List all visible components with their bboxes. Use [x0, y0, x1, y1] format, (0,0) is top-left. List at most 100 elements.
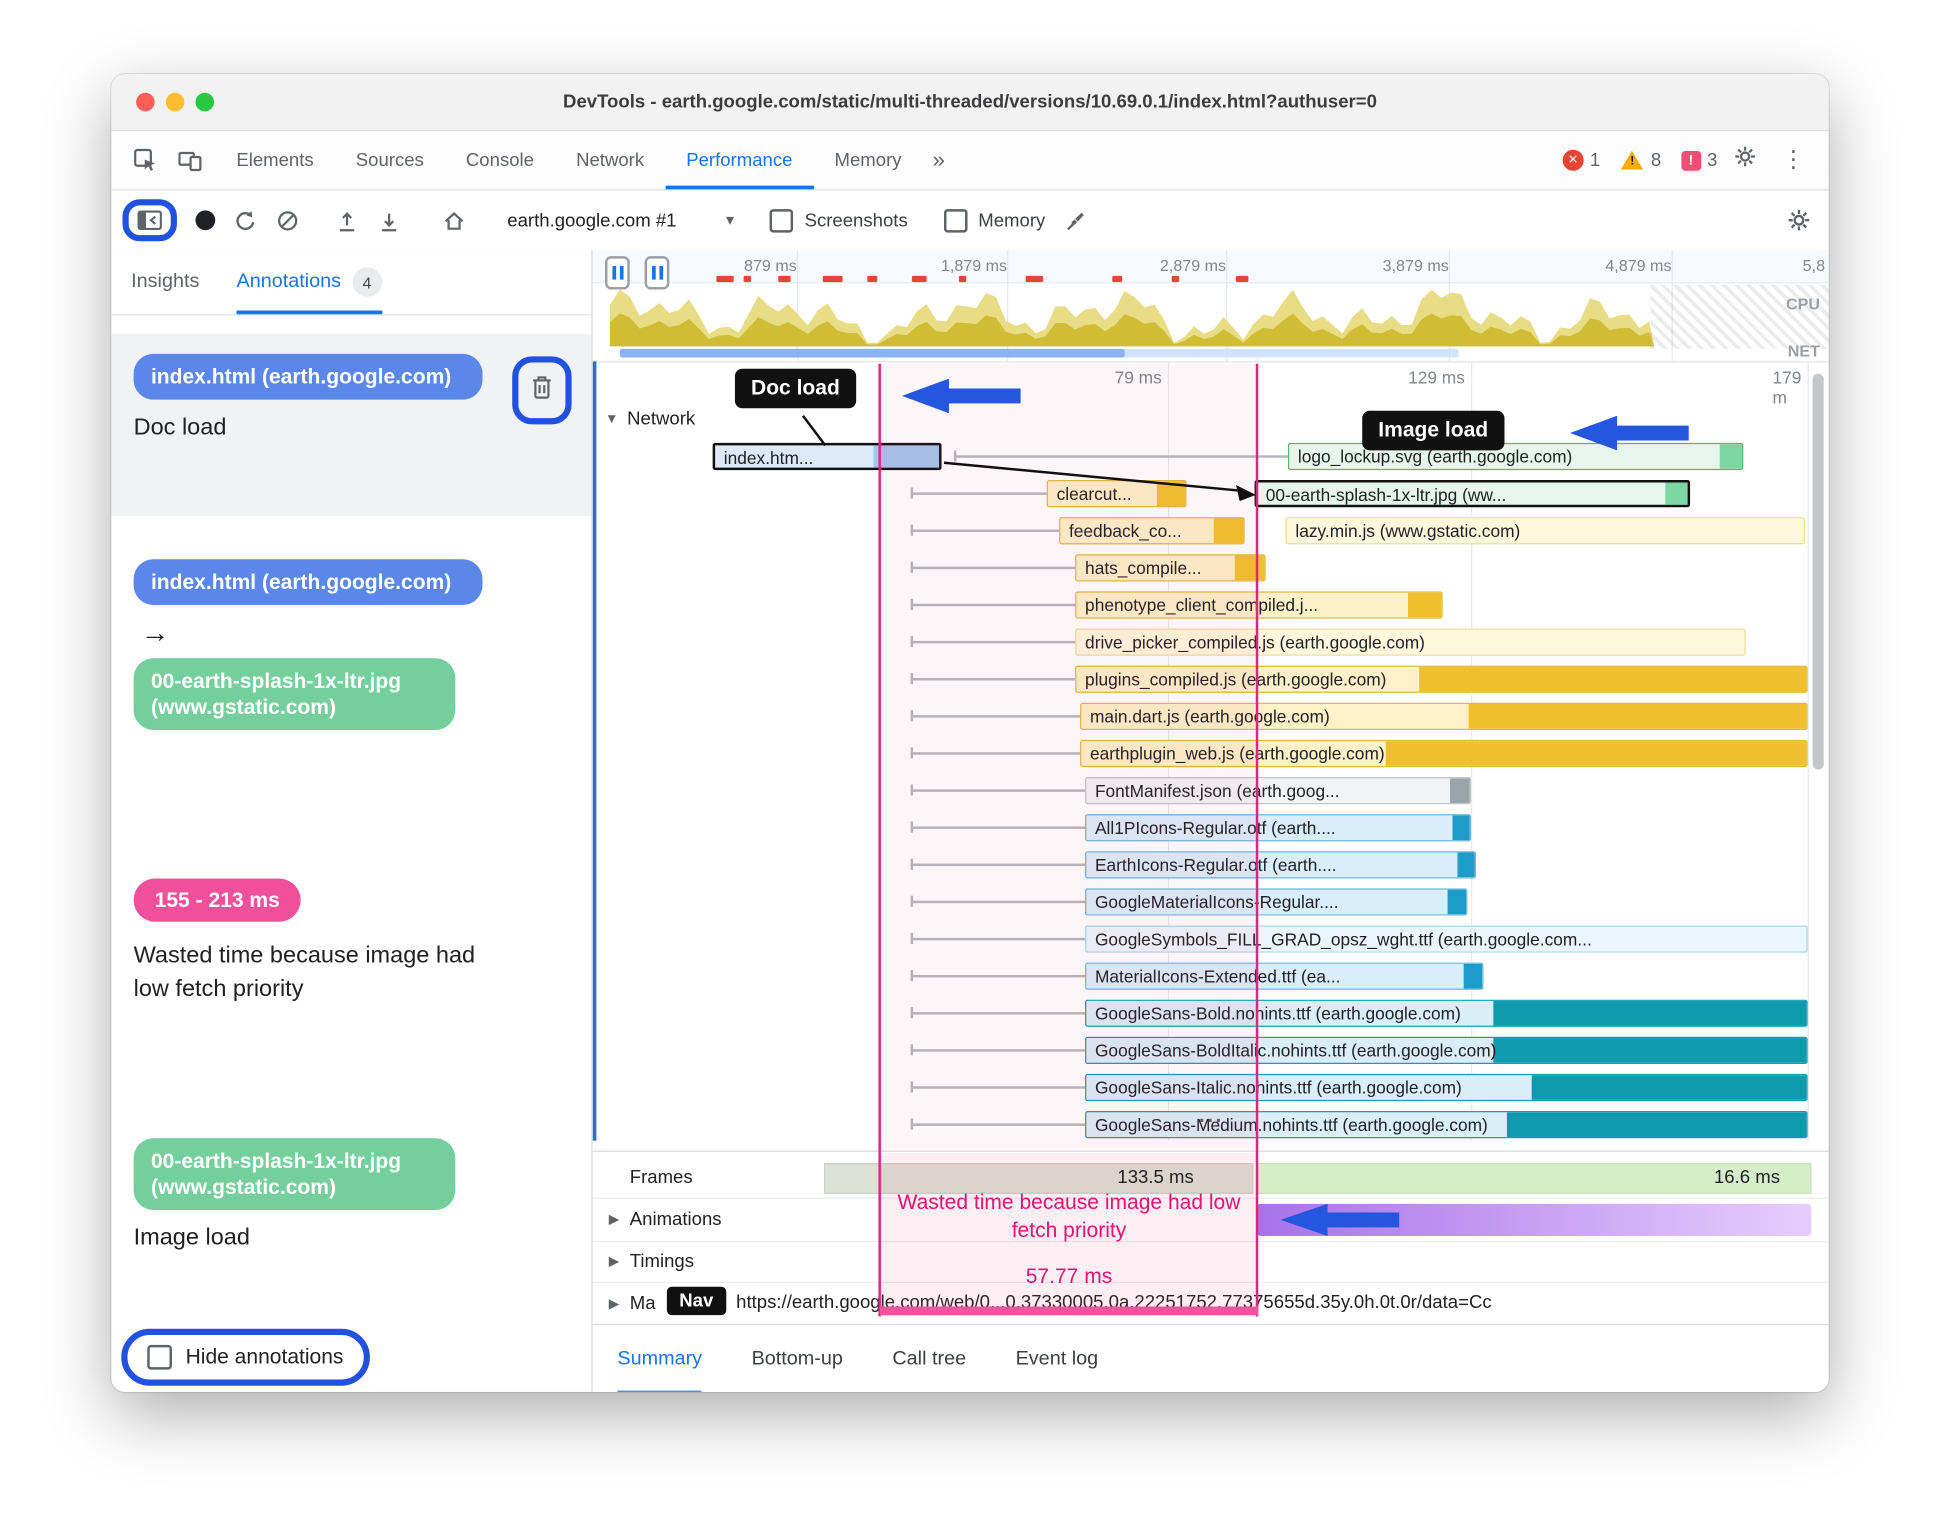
tab-console[interactable]: Console — [445, 131, 555, 189]
expand-triangle-icon[interactable]: ▶ — [609, 1253, 619, 1270]
annotation-card-time-range[interactable]: 155 - 213 ms Wasted time because image h… — [111, 878, 591, 1005]
window-title: DevTools - earth.google.com/static/multi… — [563, 91, 1377, 113]
waterfall-scrollbar[interactable] — [1812, 373, 1824, 770]
toggle-sidebar-icon[interactable] — [137, 209, 162, 231]
issues-icon: ! — [1680, 150, 1701, 171]
inspect-element-icon[interactable] — [126, 142, 163, 179]
download-profile-icon[interactable] — [377, 208, 401, 232]
tab-bottom-up[interactable]: Bottom-up — [752, 1325, 843, 1392]
doc-load-annotation-chip[interactable]: Doc load — [734, 368, 856, 409]
warning-badge[interactable]: ! 8 — [1620, 150, 1661, 171]
devtools-tabbar: Elements Sources Console Network Performance… — [111, 131, 1829, 191]
nav-marker-chip[interactable]: Nav — [666, 1286, 726, 1316]
request-download-segment — [1407, 592, 1442, 618]
tab-summary[interactable]: Summary — [617, 1325, 702, 1392]
cpu-track-label: CPU — [1786, 294, 1820, 314]
more-tabs-chevron-icon[interactable]: » — [923, 147, 955, 173]
collapse-triangle-icon: ▼ — [605, 411, 619, 427]
entity-pill-index-html[interactable]: index.html (earth.google.com) — [133, 353, 483, 400]
expand-triangle-icon[interactable]: ▶ — [609, 1295, 619, 1312]
minimap-handle-right[interactable] — [644, 256, 670, 290]
long-task-mark — [867, 275, 878, 283]
memory-checkbox-row[interactable]: Memory — [943, 208, 1045, 232]
time-range-pill[interactable]: 155 - 213 ms — [133, 878, 301, 922]
net-track-label: NET — [1787, 341, 1820, 361]
error-icon: ✕ — [1562, 149, 1584, 171]
request-label: lazy.min.js (www.gstatic.com) — [1295, 520, 1521, 541]
long-task-mark — [958, 275, 967, 283]
close-window-button[interactable] — [136, 92, 155, 112]
annotation-label[interactable]: Image load — [134, 1225, 570, 1252]
clear-recording-icon[interactable] — [276, 208, 300, 232]
tab-sources[interactable]: Sources — [335, 131, 445, 189]
screenshots-checkbox-row[interactable]: Screenshots — [769, 208, 908, 232]
annotation-card-image-load[interactable]: 00-earth-splash-1x-ltr.jpg (www.gstatic.… — [111, 1138, 591, 1252]
overview-time-label: 3,879 ms — [1382, 256, 1449, 275]
frame-duration: 16.6 ms — [1713, 1166, 1780, 1188]
kebab-menu-icon[interactable]: ⋮ — [1773, 146, 1814, 174]
network-track-header[interactable]: ▼ Network — [605, 408, 695, 429]
delete-annotation-highlight-ring — [512, 356, 572, 425]
timeline-overview[interactable]: 879 ms 1,879 ms 2,879 ms 3,879 ms 4,879 ms 5,… — [592, 249, 1829, 363]
issues-badge[interactable]: ! 3 — [1680, 150, 1717, 171]
main-track-label: Ma — [629, 1292, 656, 1314]
trash-icon[interactable] — [530, 376, 555, 406]
image-load-annotation-chip[interactable]: Image load — [1362, 410, 1505, 451]
request-download-segment — [1452, 815, 1470, 841]
expand-triangle-icon[interactable]: ▶ — [609, 1211, 619, 1227]
network-request[interactable]: 00-earth-splash-1x-ltr.jpg (ww... — [1254, 480, 1691, 508]
annotation-label[interactable]: Doc load — [134, 414, 570, 441]
tab-insights[interactable]: Insights — [131, 250, 199, 314]
annotation-label[interactable]: Wasted time because image had low fetch … — [134, 939, 483, 1006]
network-track-label: Network — [627, 408, 696, 430]
minimize-window-button[interactable] — [165, 92, 185, 112]
annotation-card-link[interactable]: index.html (earth.google.com) → 00-earth… — [111, 559, 591, 730]
overview-time-label: 5,8 — [1802, 256, 1826, 275]
chevron-down-icon: ▾ — [725, 210, 735, 229]
request-download-segment — [1531, 1075, 1807, 1100]
minimap-handle-left[interactable] — [605, 256, 630, 290]
capture-settings-gear-icon[interactable] — [1787, 208, 1812, 233]
hide-annotations-checkbox[interactable] — [147, 1344, 172, 1370]
entity-pill-splash-image[interactable]: 00-earth-splash-1x-ltr.jpg (www.gstatic.… — [133, 658, 456, 730]
tab-memory[interactable]: Memory — [813, 131, 922, 189]
link-arrow-icon: → — [141, 616, 170, 649]
entity-pill-splash-image[interactable]: 00-earth-splash-1x-ltr.jpg (www.gstatic.… — [133, 1138, 456, 1211]
devtools-window: DevTools - earth.google.com/static/multi… — [111, 74, 1829, 1392]
tab-performance[interactable]: Performance — [665, 131, 813, 189]
record-button[interactable] — [195, 210, 216, 231]
tab-network[interactable]: Network — [555, 131, 665, 189]
tab-annotations[interactable]: Annotations 4 — [236, 250, 382, 314]
zoom-window-button[interactable] — [195, 92, 215, 112]
devtools-tabs: Elements Sources Console Network Performance… — [215, 131, 922, 189]
long-task-mark — [1112, 275, 1123, 283]
tab-call-tree[interactable]: Call tree — [892, 1325, 966, 1392]
memory-checkbox[interactable] — [943, 208, 968, 232]
home-icon[interactable] — [442, 208, 467, 232]
frame-duration: 133.5 ms — [1117, 1166, 1194, 1188]
request-download-segment — [1385, 741, 1807, 766]
cpu-activity-chart — [609, 289, 1655, 347]
settings-gear-icon[interactable] — [1725, 145, 1766, 176]
screenshots-checkbox[interactable] — [769, 208, 794, 232]
collect-garbage-icon[interactable] — [1064, 208, 1088, 232]
annotation-card-doc-load[interactable]: index.html (earth.google.com) Doc load — [111, 334, 592, 516]
error-badge[interactable]: ✕ 1 — [1562, 149, 1600, 171]
upload-profile-icon[interactable] — [335, 208, 359, 232]
network-request[interactable]: lazy.min.js (www.gstatic.com) — [1285, 517, 1806, 545]
long-task-mark — [822, 275, 843, 283]
entity-pill-index-html[interactable]: index.html (earth.google.com) — [133, 559, 483, 606]
request-label: 00-earth-splash-1x-ltr.jpg (ww... — [1265, 484, 1507, 505]
tutorial-arrow-doc-load-icon — [901, 378, 1021, 414]
wasted-time-annot-text: Wasted time because image had low fetch … — [897, 1190, 1241, 1243]
status-badges: ✕ 1 ! 8 ! 3 ⋮ — [1550, 145, 1814, 176]
tab-elements[interactable]: Elements — [215, 131, 334, 189]
wasted-range-bar — [879, 1306, 1259, 1316]
animations-track-label: Animations — [629, 1208, 722, 1230]
reload-and-record-icon[interactable] — [234, 208, 258, 232]
device-toolbar-icon[interactable] — [171, 142, 208, 179]
tutorial-arrow-image-load-icon — [1570, 415, 1689, 451]
target-selector[interactable]: earth.google.com #1 ▾ — [507, 210, 734, 231]
frames-track-label: Frames — [629, 1166, 693, 1188]
tab-event-log[interactable]: Event log — [1016, 1325, 1099, 1392]
